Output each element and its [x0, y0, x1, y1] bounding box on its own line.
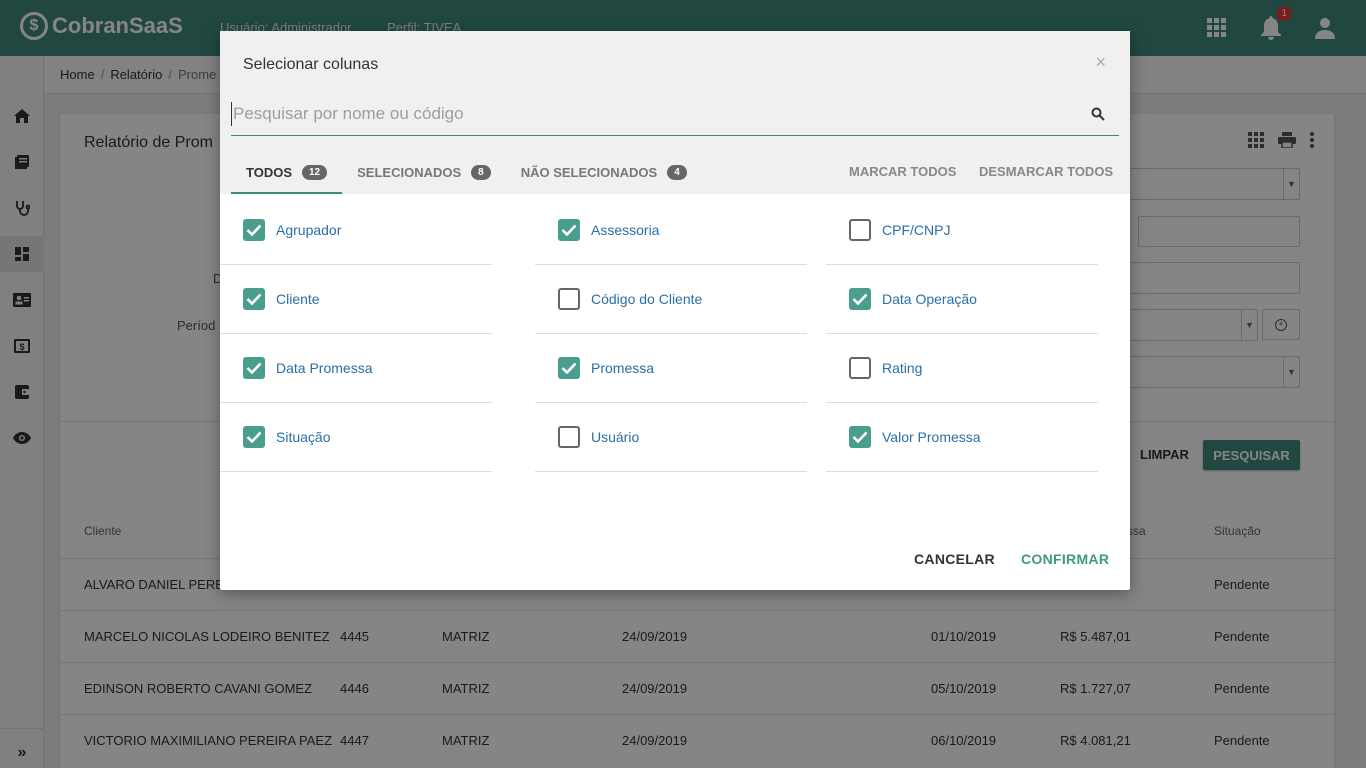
tab-count-badge: 12 [302, 165, 328, 180]
column-option[interactable]: CPF/CNPJ [826, 196, 1098, 265]
mark-all-button[interactable]: MARCAR TODOS [849, 164, 956, 179]
checkbox-unchecked-icon[interactable] [849, 219, 871, 241]
checkbox-unchecked-icon[interactable] [558, 426, 580, 448]
tab-count-badge: 8 [471, 165, 491, 180]
column-search-input[interactable] [231, 102, 1071, 126]
column-option[interactable]: Assessoria [535, 196, 807, 265]
checkbox-checked-icon[interactable] [849, 288, 871, 310]
select-columns-dialog: Selecionar colunas × TODOS 12 SELECIONAD… [220, 31, 1130, 590]
tab-label: NÃO SELECIONADOS [520, 165, 658, 180]
checkbox-unchecked-icon[interactable] [558, 288, 580, 310]
column-option-label[interactable]: Agrupador [276, 222, 341, 238]
checkbox-checked-icon[interactable] [849, 426, 871, 448]
tab-label: TODOS [246, 165, 292, 180]
unmark-all-button[interactable]: DESMARCAR TODOS [979, 164, 1113, 179]
column-option-label[interactable]: Promessa [591, 360, 654, 376]
checkbox-checked-icon[interactable] [243, 219, 265, 241]
column-option-label[interactable]: Situação [276, 429, 330, 445]
confirm-button[interactable]: CONFIRMAR [1021, 551, 1109, 567]
column-option[interactable]: Agrupador [220, 196, 492, 265]
column-option[interactable]: Promessa [535, 334, 807, 403]
column-option-label[interactable]: Cliente [276, 291, 320, 307]
column-option[interactable]: Usuário [535, 403, 807, 472]
dialog-title: Selecionar colunas [243, 56, 379, 73]
column-option-label[interactable]: CPF/CNPJ [882, 222, 950, 238]
checkbox-checked-icon[interactable] [243, 288, 265, 310]
column-option-label[interactable]: Assessoria [591, 222, 659, 238]
checkbox-checked-icon[interactable] [558, 219, 580, 241]
column-option[interactable]: Rating [826, 334, 1098, 403]
column-option-label[interactable]: Código do Cliente [591, 291, 702, 307]
tab-count-badge: 4 [667, 165, 687, 180]
tab-label: SELECIONADOS [357, 165, 462, 180]
column-option[interactable]: Data Operação [826, 265, 1098, 334]
column-option[interactable]: Valor Promessa [826, 403, 1098, 472]
checkbox-checked-icon[interactable] [558, 357, 580, 379]
tab-nao-selecionados[interactable]: NÃO SELECIONADOS 4 [506, 151, 702, 194]
column-option-label[interactable]: Data Operação [882, 291, 977, 307]
column-search [231, 96, 1119, 136]
close-icon[interactable]: × [1095, 52, 1106, 73]
checkbox-checked-icon[interactable] [243, 357, 265, 379]
cancel-button[interactable]: CANCELAR [914, 551, 995, 567]
tab-todos[interactable]: TODOS 12 [231, 151, 343, 194]
column-option[interactable]: Situação [220, 403, 492, 472]
checkbox-checked-icon[interactable] [243, 426, 265, 448]
column-option[interactable]: Código do Cliente [535, 265, 807, 334]
column-option[interactable]: Cliente [220, 265, 492, 334]
checkbox-unchecked-icon[interactable] [849, 357, 871, 379]
column-filter-tabs: TODOS 12 SELECIONADOS 8 NÃO SELECIONADOS… [231, 151, 702, 194]
column-option-label[interactable]: Valor Promessa [882, 429, 981, 445]
column-option-label[interactable]: Data Promessa [276, 360, 372, 376]
column-option-label[interactable]: Usuário [591, 429, 639, 445]
column-option-label[interactable]: Rating [882, 360, 922, 376]
tab-selecionados[interactable]: SELECIONADOS 8 [342, 151, 506, 194]
dialog-header: Selecionar colunas × TODOS 12 SELECIONAD… [220, 31, 1130, 194]
column-option[interactable]: Data Promessa [220, 334, 492, 403]
search-icon[interactable] [1091, 107, 1105, 126]
